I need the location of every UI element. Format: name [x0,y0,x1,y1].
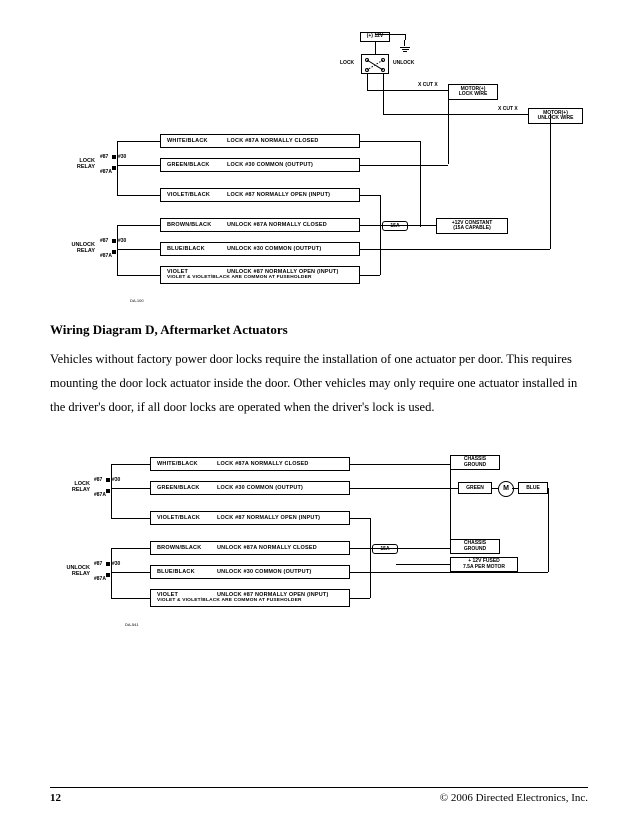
pin-30: #30 [118,154,126,160]
motor-icon: M [498,481,514,497]
wiring-diagram-top: (+) 12V LOCK UNLOCK X CUT X X CUT X MOTO… [50,30,590,310]
fig-id: DA-100 [130,298,144,303]
pin-87a-bu: #87A [94,576,106,582]
section-heading: Wiring Diagram D, Aftermarket Actuators [50,322,588,338]
fuse-15a-b: 15A [372,544,398,554]
fig-id-b: DA-541 [125,622,139,627]
pin-box [112,239,116,243]
pin-87a: #87A [100,169,112,175]
unlock-row-30: BLUE/BLACK UNLOCK #30 COMMON (OUTPUT) [160,242,360,256]
chassis-ground-2: CHASSIS GROUND [450,539,500,554]
pin-box [112,250,116,254]
pin-box [106,489,110,493]
unlock-relay-label-b: UNLOCK RELAY [55,565,90,577]
xcut-2: X CUT X [498,106,518,112]
pin-box [106,573,110,577]
pin-box [106,562,110,566]
lock-row-87: VIOLET/BLACK LOCK #87 NORMALLY OPEN (INP… [160,188,360,202]
unlock-row-87a: BROWN/BLACK UNLOCK #87A NORMALLY CLOSED [160,218,360,232]
unlock-row-87a-b: BROWN/BLACK UNLOCK #87A NORMALLY CLOSED [150,541,350,555]
unlock-row-30-b: BLUE/BLACK UNLOCK #30 COMMON (OUTPUT) [150,565,350,579]
copyright: © 2006 Directed Electronics, Inc. [440,792,588,804]
page-footer: 12 © 2006 Directed Electronics, Inc. [50,787,588,804]
fused-box: + 12V FUSED 7.5A PER MOTOR [450,557,518,572]
lock-lbl: LOCK [340,60,354,66]
lock-row-87a-b: WHITE/BLACK LOCK #87A NORMALLY CLOSED [150,457,350,471]
ground-icon [400,46,410,54]
constant-box: +12V CONSTANT (15A CAPABLE) [436,218,508,234]
pin-87a-u: #87A [100,253,112,259]
pin-30-bu: #30 [112,561,120,567]
pin-87-b: #87 [94,477,102,483]
lock-row-30-b: GREEN/BLACK LOCK #30 COMMON (OUTPUT) [150,481,350,495]
pin-87-u: #87 [100,238,108,244]
chassis-ground-1: CHASSIS GROUND [450,455,500,470]
pin-box [112,155,116,159]
page-number: 12 [50,792,61,804]
lock-row-87-b: VIOLET/BLACK LOCK #87 NORMALLY OPEN (INP… [150,511,350,525]
fuse-15a: 15A [382,221,408,231]
lock-row-87a: WHITE/BLACK LOCK #87A NORMALLY CLOSED [160,134,360,148]
pin-30-b: #30 [112,477,120,483]
xcut-1: X CUT X [418,82,438,88]
unlock-relay-label: UNLOCK RELAY [60,242,95,254]
motor-unlock-box: MOTOR(+) UNLOCK WIRE [528,108,583,124]
pin-87-bu: #87 [94,561,102,567]
unlock-lbl: UNLOCK [393,60,414,66]
pin-87a-b: #87A [94,492,106,498]
motor-green: GREEN [458,482,492,494]
motor-blue: BLUE [518,482,548,494]
lock-row-30: GREEN/BLACK LOCK #30 COMMON (OUTPUT) [160,158,360,172]
pin-87: #87 [100,154,108,160]
contact-icon [361,54,391,76]
pin-30-u: #30 [118,238,126,244]
motor-lock-box: MOTOR(+) LOCK WIRE [448,84,498,100]
pin-box [112,166,116,170]
unlock-row-87: VIOLETUNLOCK #87 NORMALLY OPEN (INPUT) V… [160,266,360,284]
lock-relay-label: LOCK RELAY [65,158,95,170]
pin-box [106,478,110,482]
body-paragraph: Vehicles without factory power door lock… [50,348,588,419]
lock-relay-label-b: LOCK RELAY [60,481,90,493]
unlock-row-87-b: VIOLETUNLOCK #87 NORMALLY OPEN (INPUT) V… [150,589,350,607]
wiring-diagram-bottom: LOCK RELAY #87 #30 #87A WHITE/BLACK LOCK… [50,437,590,647]
